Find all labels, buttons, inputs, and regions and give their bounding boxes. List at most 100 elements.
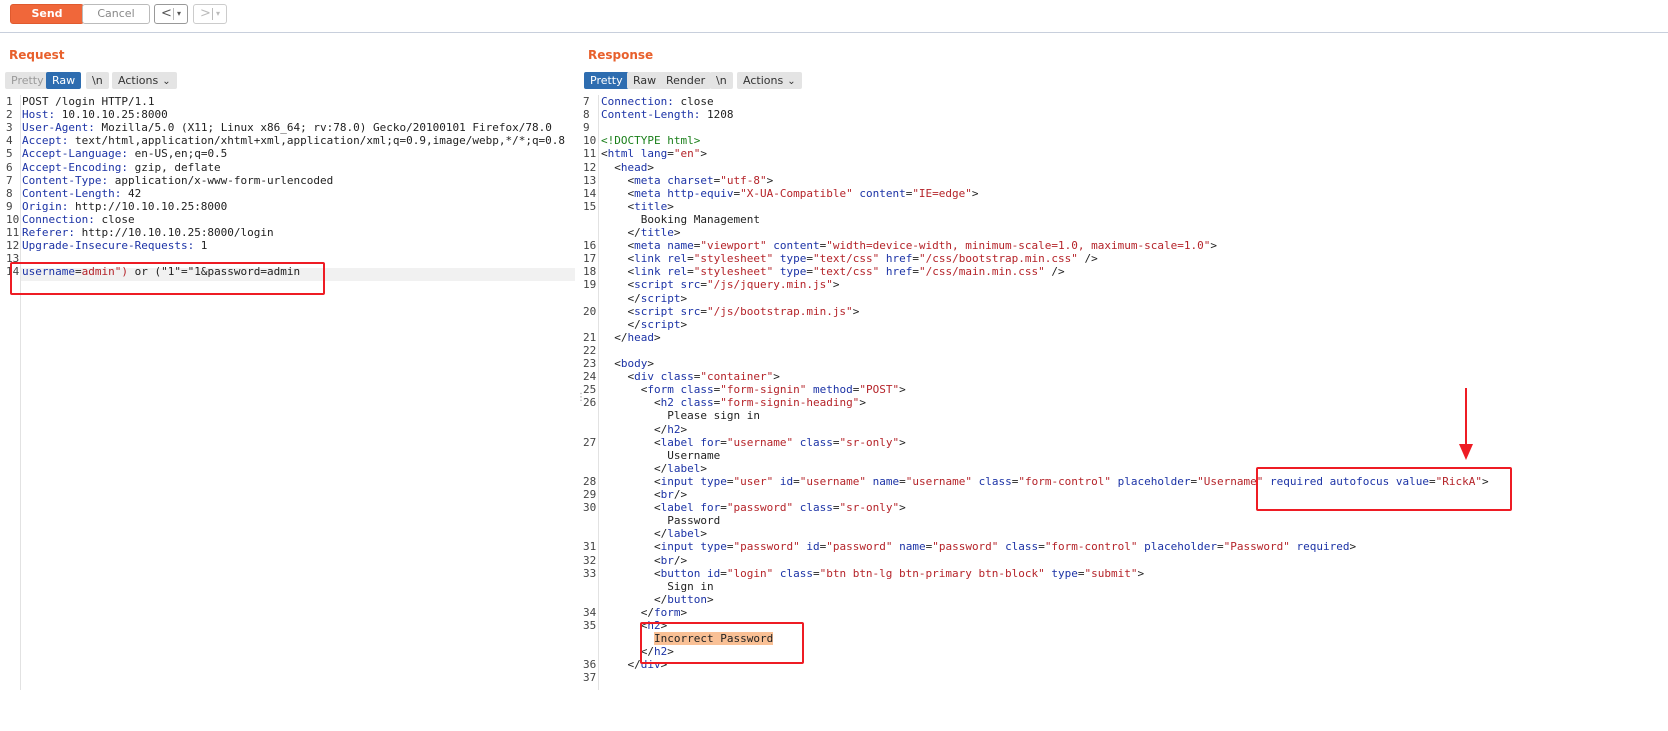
line-number: 24 (583, 370, 597, 384)
line-number: 22 (583, 343, 597, 357)
response-tab-newline[interactable]: \n (710, 72, 733, 89)
code-text: <label for="password" class="sr-only"> (601, 501, 906, 515)
response-tab-raw[interactable]: Raw (627, 72, 663, 89)
line-number: 9 (6, 199, 13, 213)
line-number: 5 (6, 147, 13, 161)
code-text: Password (601, 514, 721, 528)
line-number: 17 (583, 252, 597, 266)
code-text: <meta http-equiv="X-UA-Compatible" conte… (601, 186, 979, 200)
code-text: </button> (601, 592, 714, 606)
history-back-button[interactable]: < ▾ (154, 4, 188, 24)
actions-label: Actions (118, 74, 159, 87)
line-number: 3 (6, 121, 13, 135)
code-text: </h2> (601, 422, 688, 436)
code-text: Please sign in (601, 409, 760, 423)
code-text: </title> (601, 226, 681, 239)
response-actions-menu[interactable]: Actions ⌄ (737, 72, 802, 89)
code-text: <button id="login" class="btn btn-lg btn… (601, 566, 1145, 580)
code-text: <link rel="stylesheet" type="text/css" h… (601, 252, 1098, 266)
line-number: 11 (6, 226, 20, 239)
code-text: </label> (601, 461, 707, 475)
line-number: 31 (583, 540, 597, 554)
code-text: Username (601, 448, 721, 462)
line-number: 34 (583, 605, 597, 619)
line-number: 23 (583, 357, 597, 370)
code-text: <body> (601, 357, 654, 370)
cancel-button[interactable]: Cancel (82, 4, 150, 24)
line-number: 8 (6, 186, 13, 200)
code-text: Origin: http://10.10.10.25:8000 (22, 199, 228, 213)
line-number: 11 (583, 147, 597, 161)
code-text: Content-Type: application/x-www-form-url… (22, 173, 334, 187)
line-number: 28 (583, 474, 597, 488)
line-number: 36 (583, 658, 597, 672)
line-number: 29 (583, 488, 597, 501)
chevron-down-icon: ⌄ (162, 76, 171, 87)
code-text: </form> (601, 605, 688, 619)
line-number: 10 (583, 134, 597, 148)
line-number: 30 (583, 501, 597, 515)
line-number: 9 (583, 121, 590, 135)
code-text: Referer: http://10.10.10.25:8000/login (22, 226, 274, 239)
line-number: 25 (583, 383, 597, 397)
line-number: 14 (583, 186, 597, 200)
line-number: 19 (583, 278, 597, 292)
code-text: <form class="form-signin" method="POST"> (601, 383, 906, 397)
code-text: </head> (601, 330, 661, 344)
line-number: 33 (583, 566, 597, 580)
pane-splitter-handle[interactable]: ⋮ (576, 392, 586, 410)
code-text: <script src="/js/jquery.min.js"> (601, 278, 840, 292)
code-text: <script src="/js/bootstrap.min.js"> (601, 304, 860, 318)
line-number: 18 (583, 265, 597, 279)
line-number: 32 (583, 553, 597, 567)
line-number: 10 (6, 212, 20, 226)
line-number: 21 (583, 330, 597, 344)
dropdown-icon: ▾ (216, 9, 221, 18)
dropdown-icon: ▾ (177, 9, 182, 18)
code-text: </label> (601, 527, 707, 541)
line-number: 15 (583, 199, 597, 213)
request-tab-newline[interactable]: \n (86, 72, 109, 89)
code-text: <meta name="viewport" content="width=dev… (601, 239, 1217, 253)
request-actions-menu[interactable]: Actions ⌄ (112, 72, 177, 89)
code-text: Connection: close (601, 95, 714, 108)
line-number: 8 (583, 108, 590, 122)
code-text: </script> (601, 317, 688, 331)
request-tab-pretty[interactable]: Pretty (5, 72, 50, 89)
line-number: 26 (583, 396, 597, 410)
code-text: </script> (601, 291, 688, 305)
code-text: Accept-Encoding: gzip, deflate (22, 160, 221, 174)
response-tab-pretty[interactable]: Pretty (584, 72, 629, 89)
code-text: <title> (601, 199, 674, 213)
annotation-box-injection-payload (10, 262, 325, 295)
line-number: 35 (583, 619, 597, 632)
chevron-right-icon: > (200, 6, 211, 21)
response-pane-title: Response (588, 48, 654, 62)
line-number: 1 (6, 95, 13, 108)
annotation-arrow-icon (1459, 388, 1473, 460)
code-text: POST /login HTTP/1.1 (22, 95, 155, 108)
code-text: Booking Management (601, 212, 760, 226)
code-text: Accept: text/html,application/xhtml+xml,… (22, 134, 566, 148)
code-text: Connection: close (22, 212, 135, 226)
request-pane-title: Request (9, 48, 65, 62)
code-text: <input type="password" id="password" nam… (601, 540, 1357, 554)
request-tab-raw[interactable]: Raw (46, 72, 82, 89)
history-forward-button[interactable]: > ▾ (193, 4, 227, 24)
line-number: 20 (583, 304, 597, 318)
code-text: Content-Length: 42 (22, 186, 142, 200)
line-number: 16 (583, 239, 597, 253)
code-text: <meta charset="utf-8"> (601, 173, 774, 187)
line-number: 13 (583, 173, 597, 187)
code-text: <link rel="stylesheet" type="text/css" h… (601, 265, 1065, 279)
annotation-box-rick-value (1256, 467, 1512, 511)
annotation-box-incorrect-password (640, 622, 804, 664)
chevron-down-icon: ⌄ (787, 76, 796, 87)
code-text: <div class="container"> (601, 370, 780, 384)
line-number: 27 (583, 435, 597, 449)
line-number: 7 (583, 95, 590, 108)
request-toolbar: Send Cancel < ▾ > ▾ (0, 0, 1668, 33)
code-text: <!DOCTYPE html> (601, 134, 701, 148)
response-tab-render[interactable]: Render (660, 72, 712, 89)
send-button[interactable]: Send (10, 4, 84, 24)
